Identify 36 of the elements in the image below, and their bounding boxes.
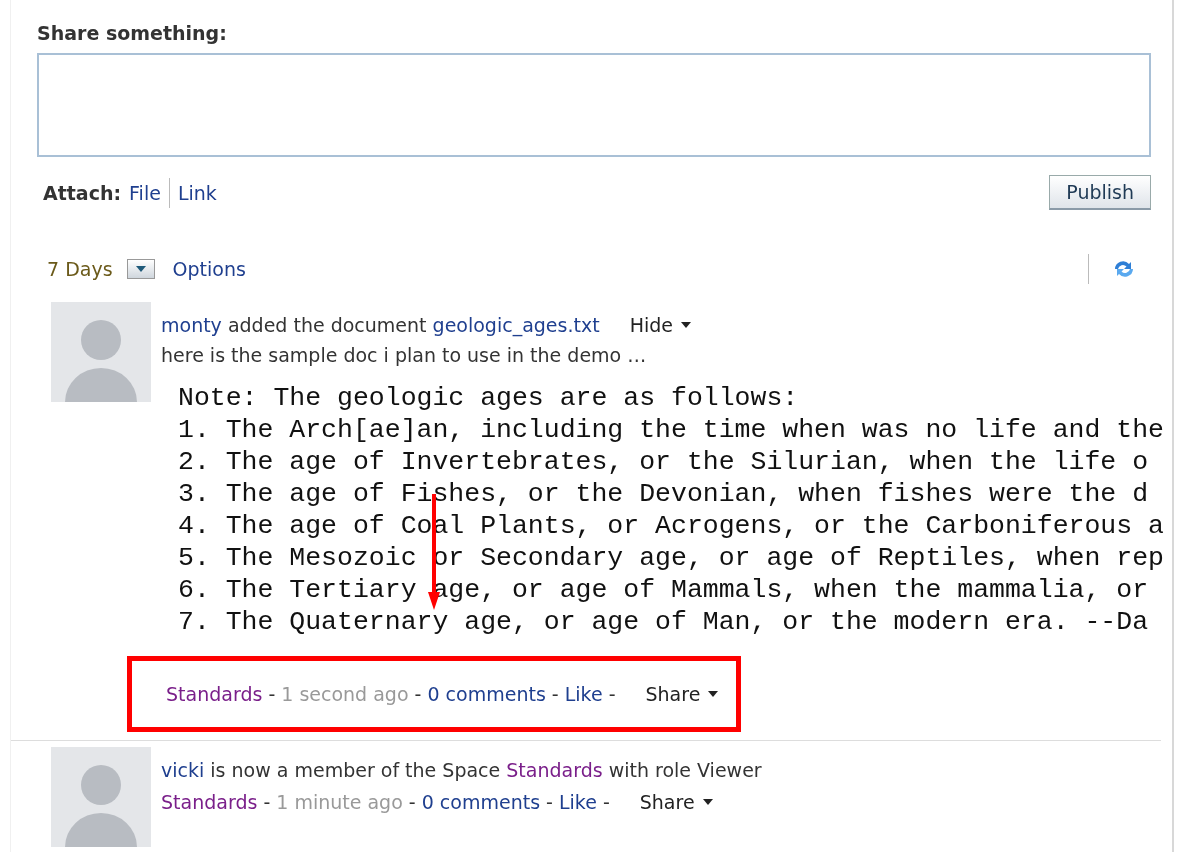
caret-icon (680, 322, 691, 328)
post-meta: Standards - 1 second ago - 0 comments - Like - (166, 683, 616, 705)
like-link[interactable]: Like (558, 791, 597, 813)
share-menu-button[interactable]: Share (639, 791, 713, 813)
activity-text: monty added the document geologic_ages.txt (161, 314, 600, 336)
space-link[interactable]: Standards (506, 759, 603, 781)
document-line: 3. The age of Fishes, or the Devonian, when fishes were the d (178, 478, 1150, 510)
post-summary: here is the sample doc i plan to use in the demo … (161, 344, 648, 366)
user-link[interactable]: monty (161, 314, 222, 336)
share-label: Share something: (37, 22, 228, 44)
publish-button[interactable]: Publish (1049, 175, 1151, 210)
activity-text: vicki is now a member of the Space Standards with role Viewer (161, 759, 762, 781)
document-line: 7. The Quaternary age, or age of Man, or the modern era. --Da (178, 606, 1150, 638)
document-link[interactable]: geologic_ages.txt (432, 314, 600, 336)
comments-link[interactable]: 0 comments (427, 683, 546, 705)
document-line: 2. The age of Invertebrates, or the Silurian, when the life o (178, 446, 1150, 478)
caret-icon (702, 799, 713, 805)
space-link[interactable]: Standards (161, 791, 258, 813)
share-menu-button[interactable]: Share (645, 683, 719, 705)
attach-link[interactable]: File (129, 181, 161, 204)
period-label: 7 Days (47, 258, 113, 280)
document-line: Note: The geologic ages are as follows: (178, 382, 800, 414)
caret-icon (135, 266, 146, 272)
like-link[interactable]: Like (564, 683, 603, 705)
user-link[interactable]: vicki (161, 759, 205, 781)
hide-menu-button[interactable]: Hide (629, 314, 691, 336)
options-link[interactable]: Options (172, 258, 246, 280)
comments-link[interactable]: 0 comments (421, 791, 541, 813)
post-meta: Standards - 1 minute ago - 0 comments - Like - (161, 791, 610, 813)
caret-icon (708, 691, 719, 697)
share-input-field[interactable] (37, 53, 1151, 157)
attach-label: Attach: (43, 181, 122, 204)
attach-link[interactable]: Link (177, 181, 217, 204)
document-line: 1. The Arch[ae]an, including the time when was no life and the (178, 414, 1165, 446)
space-link[interactable]: Standards (166, 683, 263, 705)
dropdown-button[interactable] (126, 259, 155, 279)
